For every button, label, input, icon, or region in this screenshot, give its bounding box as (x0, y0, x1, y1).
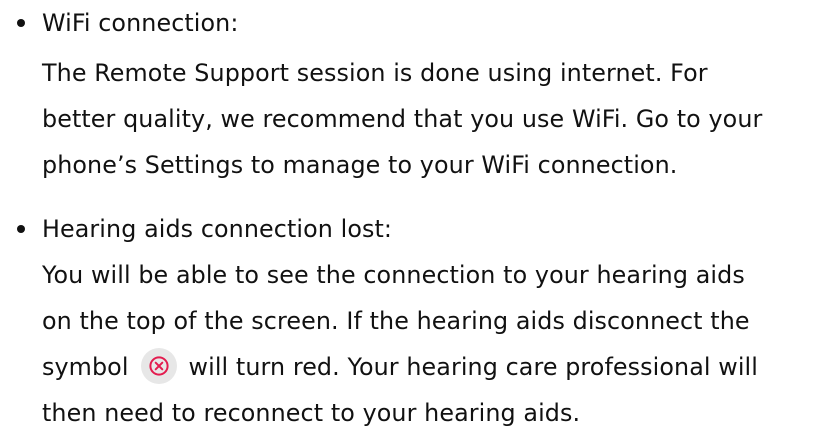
help-document: WiFi connection: The Remote Support sess… (0, 0, 825, 434)
item-text-line: on the top of the screen. If the hearing… (42, 307, 750, 335)
bullet-dot-icon (17, 19, 25, 27)
item-text-line: phone’s Settings to manage to your WiFi … (42, 151, 678, 179)
circle-x-icon (140, 347, 177, 384)
item-text-line: You will be able to see the connection t… (42, 261, 745, 289)
item-heading: Hearing aids connection lost: (42, 215, 393, 243)
item-text-line: The Remote Support session is done using… (42, 59, 708, 87)
text-before-symbol: symbol (42, 353, 129, 381)
item-text-line: better quality, we recommend that you us… (42, 105, 763, 133)
item-heading: WiFi connection: (42, 9, 239, 37)
item-text-line-with-symbol: symbol will turn red. Your hearing care … (42, 344, 758, 390)
bullet-dot-icon (17, 225, 25, 233)
item-text-line: then need to reconnect to your hearing a… (42, 399, 581, 427)
text-after-symbol: will turn red. Your hearing care profess… (188, 353, 758, 381)
